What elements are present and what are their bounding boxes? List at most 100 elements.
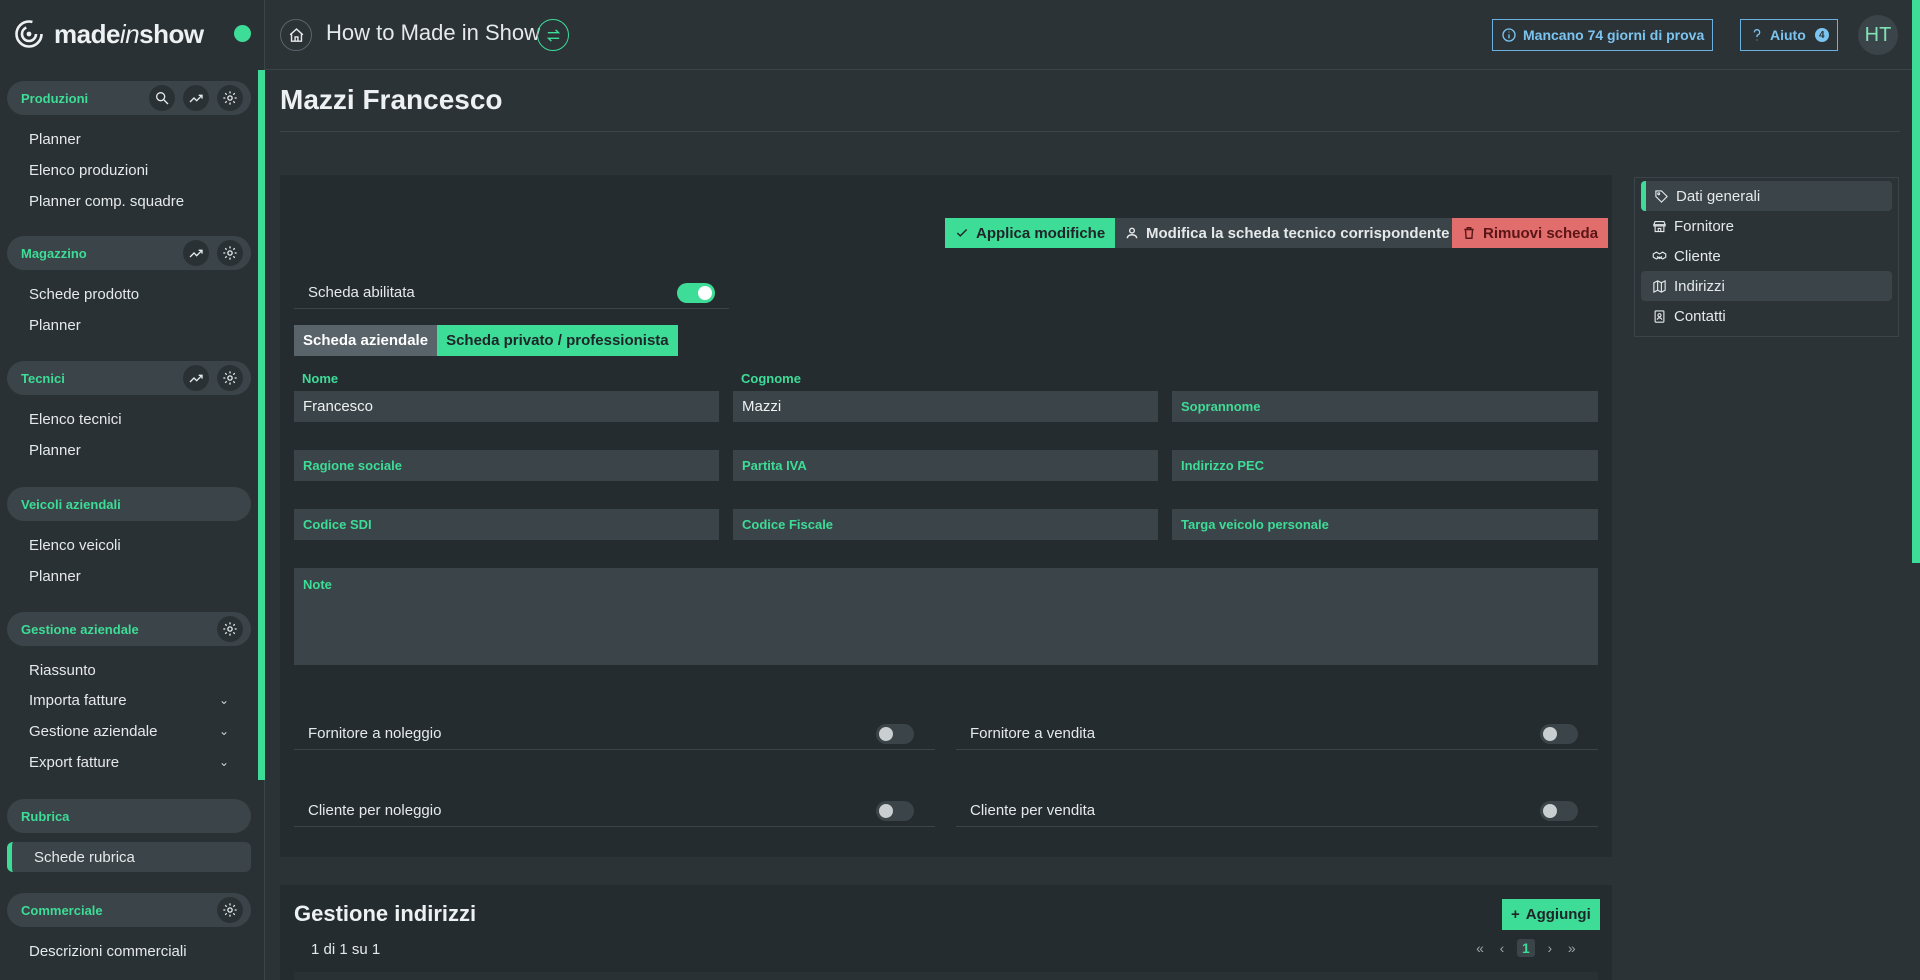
sidebar-item-planner[interactable]: Planner bbox=[29, 562, 249, 590]
page-number[interactable]: 1 bbox=[1517, 939, 1535, 957]
sidebar-scrollbar[interactable] bbox=[258, 70, 265, 780]
switch-workspace-button[interactable] bbox=[537, 19, 569, 51]
nav-contatti[interactable]: Contatti bbox=[1641, 301, 1892, 331]
chevron-down-icon: ⌄ bbox=[218, 724, 229, 738]
sidebar-item-elenco-produzioni[interactable]: Elenco produzioni bbox=[29, 156, 249, 184]
button-label: Modifica la scheda tecnico corrispondent… bbox=[1146, 224, 1450, 242]
avatar[interactable]: HT bbox=[1858, 15, 1898, 55]
soprannome-field[interactable]: Soprannome bbox=[1172, 391, 1598, 422]
sidebar-item-planner[interactable]: Planner bbox=[29, 311, 249, 339]
sidebar-item-gestione-aziendale[interactable]: Gestione aziendale ⌄ bbox=[29, 717, 249, 745]
codice-fiscale-field[interactable]: Codice Fiscale bbox=[733, 509, 1158, 540]
add-address-button[interactable]: + Aggiungi bbox=[1502, 899, 1600, 930]
sidebar-item-descrizioni-commerciali[interactable]: Descrizioni commerciali bbox=[29, 937, 249, 965]
help-button[interactable]: Aiuto 4 bbox=[1740, 19, 1838, 51]
sidebar-item-importa-fatture[interactable]: Importa fatture ⌄ bbox=[29, 686, 249, 714]
nav-label: Fornitore bbox=[1674, 217, 1735, 235]
pec-field[interactable]: Indirizzo PEC bbox=[1172, 450, 1598, 481]
soprannome-placeholder: Soprannome bbox=[1181, 399, 1261, 414]
last-page-icon[interactable]: » bbox=[1565, 940, 1579, 956]
ragione-sociale-placeholder: Ragione sociale bbox=[303, 458, 402, 473]
first-page-icon[interactable]: « bbox=[1473, 940, 1487, 956]
nav-cliente[interactable]: Cliente bbox=[1641, 241, 1892, 271]
fornitore-noleggio-switch[interactable] bbox=[876, 723, 914, 744]
sidebar-group-tecnici[interactable]: Tecnici bbox=[7, 361, 251, 395]
note-field[interactable]: Note bbox=[294, 568, 1598, 665]
button-label: Aggiungi bbox=[1525, 906, 1591, 923]
apply-changes-button[interactable]: Applica modifiche bbox=[945, 218, 1116, 248]
user-icon bbox=[1126, 227, 1138, 239]
page-scrollbar[interactable] bbox=[1912, 0, 1920, 563]
gear-icon[interactable] bbox=[217, 616, 243, 642]
fornitore-vendita-row[interactable]: Fornitore a vendita bbox=[956, 718, 1598, 750]
sidebar-item-elenco-veicoli[interactable]: Elenco veicoli bbox=[29, 531, 249, 559]
chart-icon[interactable] bbox=[183, 240, 209, 266]
swap-icon bbox=[546, 28, 560, 42]
fornitore-noleggio-row[interactable]: Fornitore a noleggio bbox=[294, 718, 935, 750]
sidebar-group-rubrica[interactable]: Rubrica bbox=[7, 799, 251, 833]
sidebar-item-export-fatture[interactable]: Export fatture ⌄ bbox=[29, 748, 249, 776]
nav-dati-generali[interactable]: Dati generali bbox=[1641, 181, 1892, 211]
toggle-label: Cliente per vendita bbox=[970, 802, 1096, 819]
fornitore-vendita-switch[interactable] bbox=[1540, 723, 1578, 744]
targa-field[interactable]: Targa veicolo personale bbox=[1172, 509, 1598, 540]
edit-tech-card-button[interactable]: Modifica la scheda tecnico corrispondent… bbox=[1115, 218, 1460, 248]
cognome-field[interactable]: Mazzi bbox=[733, 391, 1158, 422]
cliente-vendita-row[interactable]: Cliente per vendita bbox=[956, 795, 1598, 827]
nav-fornitore[interactable]: Fornitore bbox=[1641, 211, 1892, 241]
chart-icon[interactable] bbox=[183, 85, 209, 111]
next-page-icon[interactable]: › bbox=[1543, 940, 1557, 956]
handshake-icon bbox=[1652, 250, 1667, 260]
partita-iva-field[interactable]: Partita IVA bbox=[733, 450, 1158, 481]
gear-icon[interactable] bbox=[217, 365, 243, 391]
sidebar-group-produzioni[interactable]: Produzioni bbox=[7, 81, 251, 115]
nav-label: Importa fatture bbox=[29, 691, 127, 709]
gear-icon[interactable] bbox=[217, 897, 243, 923]
home-button[interactable] bbox=[280, 19, 312, 51]
prev-page-icon[interactable]: ‹ bbox=[1495, 940, 1509, 956]
group-title: Produzioni bbox=[21, 90, 89, 106]
top-bar: How to Made in Show Mancano 74 giorni di… bbox=[265, 0, 1920, 70]
nome-field[interactable]: Francesco bbox=[294, 391, 719, 422]
enabled-switch[interactable] bbox=[677, 282, 715, 303]
sidebar-item-planner[interactable]: Planner bbox=[29, 125, 249, 153]
pec-placeholder: Indirizzo PEC bbox=[1181, 458, 1265, 473]
chart-icon[interactable] bbox=[183, 365, 209, 391]
sidebar-item-planner-comp-squadre[interactable]: Planner comp. squadre bbox=[29, 187, 249, 215]
help-label: Aiuto bbox=[1770, 27, 1806, 43]
addresses-card bbox=[280, 885, 1612, 980]
gear-icon[interactable] bbox=[217, 240, 243, 266]
trial-text: Mancano 74 giorni di prova bbox=[1523, 27, 1705, 43]
sidebar-item-riassunto[interactable]: Riassunto bbox=[29, 656, 249, 684]
addresses-table bbox=[294, 972, 1598, 980]
codice-sdi-field[interactable]: Codice SDI bbox=[294, 509, 719, 540]
chevron-down-icon: ⌄ bbox=[218, 755, 229, 769]
gear-icon[interactable] bbox=[217, 85, 243, 111]
sidebar-item-planner[interactable]: Planner bbox=[29, 436, 249, 464]
tag-icon bbox=[1655, 189, 1668, 203]
sidebar-group-veicoli[interactable]: Veicoli aziendali bbox=[7, 487, 251, 521]
search-icon[interactable] bbox=[149, 85, 175, 111]
cliente-vendita-switch[interactable] bbox=[1540, 800, 1578, 821]
app-logo[interactable]: madeinshow bbox=[14, 16, 204, 52]
sidebar-item-schede-prodotto[interactable]: Schede prodotto bbox=[29, 280, 249, 308]
sidebar-group-magazzino[interactable]: Magazzino bbox=[7, 236, 251, 270]
group-title: Rubrica bbox=[21, 808, 70, 824]
cliente-noleggio-row[interactable]: Cliente per noleggio bbox=[294, 795, 935, 827]
logo-text: madeinshow bbox=[54, 18, 204, 49]
tab-scheda-privato[interactable]: Scheda privato / professionista bbox=[437, 325, 678, 356]
trial-badge[interactable]: Mancano 74 giorni di prova bbox=[1492, 19, 1714, 51]
nav-label: Dati generali bbox=[1676, 187, 1761, 205]
sidebar-group-commerciale[interactable]: Commerciale bbox=[7, 893, 251, 927]
enabled-toggle-row[interactable]: Scheda abilitata bbox=[294, 277, 729, 309]
remove-card-button[interactable]: Rimuovi scheda bbox=[1452, 218, 1609, 248]
sidebar-item-schede-rubrica[interactable]: Schede rubrica bbox=[7, 842, 251, 872]
nav-indirizzi[interactable]: Indirizzi bbox=[1641, 271, 1892, 301]
nav-label: Contatti bbox=[1674, 307, 1726, 325]
cliente-noleggio-switch[interactable] bbox=[876, 800, 914, 821]
tab-scheda-aziendale[interactable]: Scheda aziendale bbox=[294, 325, 438, 356]
sidebar-item-elenco-tecnici[interactable]: Elenco tecnici bbox=[29, 405, 249, 433]
ragione-sociale-field[interactable]: Ragione sociale bbox=[294, 450, 719, 481]
sidebar-group-gestione-aziendale[interactable]: Gestione aziendale bbox=[7, 612, 251, 646]
nav-label: Cliente bbox=[1674, 247, 1721, 265]
